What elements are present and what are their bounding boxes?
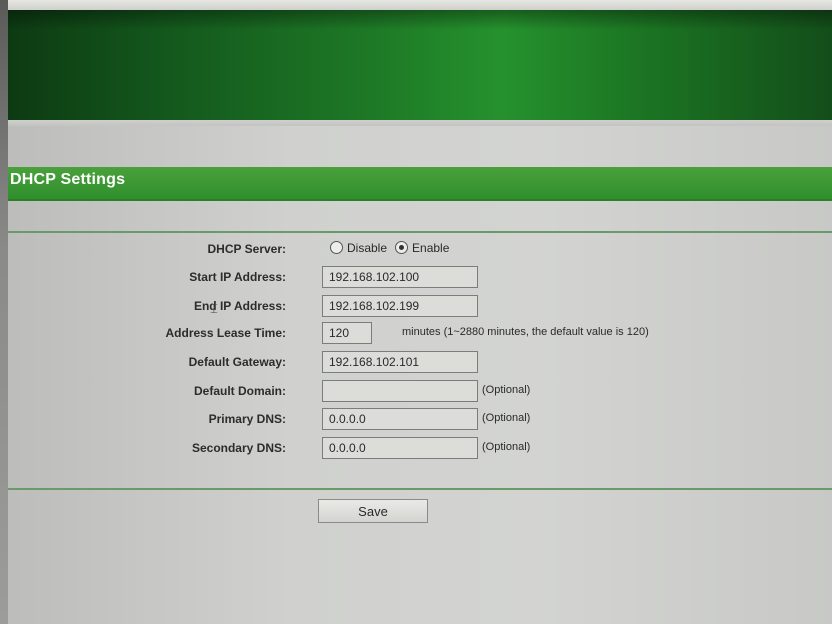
header-banner [8,10,832,120]
text-cursor-icon: ⌶ [210,301,218,316]
default-domain-input[interactable] [322,380,478,402]
end-ip-input[interactable] [322,295,478,317]
default-domain-label: Default Domain: [193,384,286,398]
default-gateway-row: Default Gateway: [0,351,832,377]
default-domain-optional: (Optional) [482,384,531,396]
secondary-dns-input[interactable] [322,437,478,459]
end-ip-label: End IP Address: [193,299,286,313]
dhcp-server-radio-group: Disable Enable [330,241,457,261]
form-top-divider [8,231,832,233]
form-bottom-divider [8,488,832,490]
lease-time-row: Address Lease Time: minutes (1~2880 minu… [0,322,832,348]
dhcp-disable-radio[interactable] [330,241,343,254]
lease-time-note: minutes (1~2880 minutes, the default val… [402,326,649,338]
section-header-bar [8,167,832,201]
dhcp-enable-label[interactable]: Enable [412,241,449,255]
dhcp-disable-label[interactable]: Disable [347,241,387,255]
primary-dns-input[interactable] [322,408,478,430]
default-gateway-label: Default Gateway: [188,355,286,369]
secondary-dns-row: Secondary DNS: (Optional) [0,437,832,463]
monitor-bezel-top [0,0,832,10]
lease-time-input[interactable] [322,322,372,344]
primary-dns-row: Primary DNS: (Optional) [0,408,832,434]
primary-dns-label: Primary DNS: [208,412,286,426]
end-ip-row: End IP Address: [0,295,832,321]
header-divider [8,120,832,126]
section-title: DHCP Settings [10,171,126,188]
secondary-dns-optional: (Optional) [482,441,531,453]
primary-dns-optional: (Optional) [482,412,531,424]
default-domain-row: Default Domain: (Optional) [0,380,832,406]
dhcp-server-label: DHCP Server: [207,242,286,256]
lease-time-label: Address Lease Time: [165,326,287,340]
start-ip-row: Start IP Address: [0,266,832,292]
dhcp-enable-radio[interactable] [395,241,409,254]
dhcp-server-row: DHCP Server: Disable Enable [0,238,832,264]
router-admin-screen: DHCP Settings DHCP Server: Disable Enable… [0,0,832,624]
start-ip-label: Start IP Address: [189,270,286,284]
default-gateway-input[interactable] [322,351,478,373]
secondary-dns-label: Secondary DNS: [191,441,286,455]
save-button[interactable]: Save [318,499,428,523]
start-ip-input[interactable] [322,266,478,288]
